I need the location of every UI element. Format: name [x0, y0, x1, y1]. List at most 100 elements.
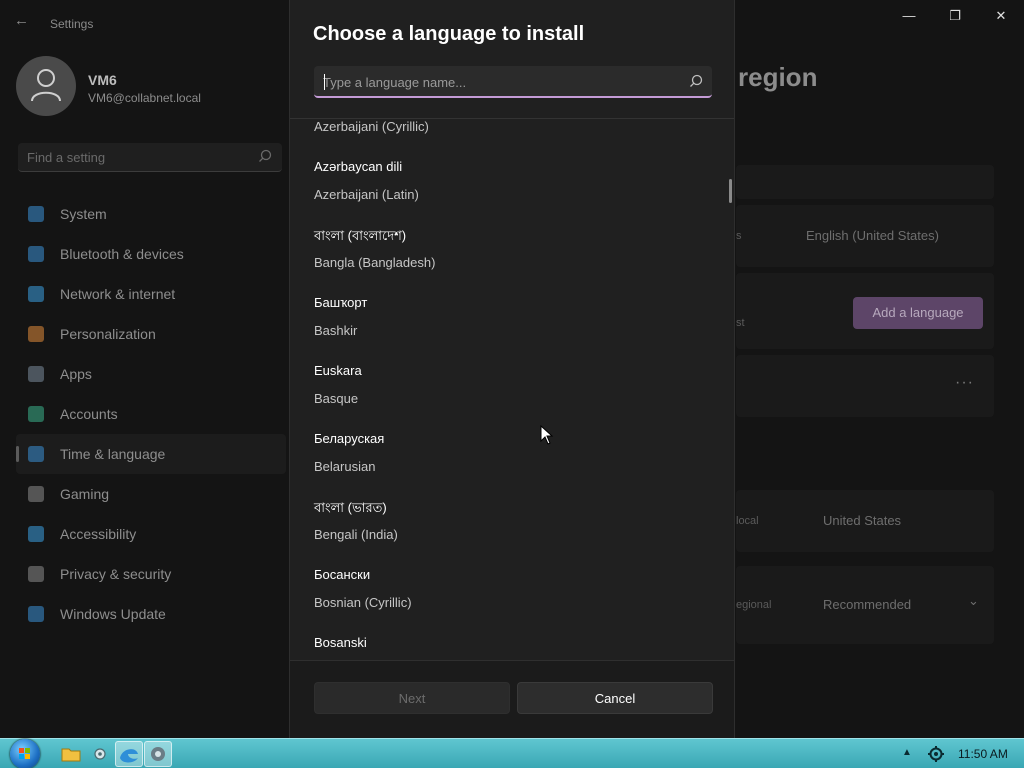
dialog-footer: Next Cancel	[290, 660, 734, 738]
avatar[interactable]	[16, 56, 76, 116]
language-install-dialog: Choose a language to install Azerbaijani…	[289, 0, 735, 738]
language-native-name: বাংলা (বাংলাদেশ)	[314, 228, 407, 243]
language-english-name: Azerbaijani (Cyrillic)	[314, 119, 429, 134]
list-item[interactable]: Euskara Basque	[290, 363, 726, 431]
regional-format-card: egional Recommended ⌄	[736, 566, 994, 644]
list-item[interactable]: Беларуская Belarusian	[290, 431, 726, 499]
language-english-name: Bangla (Bangladesh)	[314, 255, 436, 270]
country-card: local United States	[736, 490, 994, 552]
sidebar-item-gaming[interactable]: Gaming	[16, 474, 286, 514]
accounts-icon	[28, 406, 44, 422]
profile-email: VM6@collabnet.local	[88, 91, 201, 105]
list-item[interactable]: বাংলা (বাংলাদেশ) Bangla (Bangladesh)	[290, 227, 726, 295]
add-language-button[interactable]: Add a language	[853, 297, 983, 329]
brush-icon	[28, 326, 44, 342]
globe-clock-icon	[28, 446, 44, 462]
cancel-button[interactable]: Cancel	[517, 682, 713, 714]
minimize-button[interactable]: —	[893, 8, 925, 28]
sidebar-item-label: Accounts	[60, 406, 118, 422]
language-search-box[interactable]	[314, 66, 712, 98]
sidebar-item-label: Apps	[60, 366, 92, 382]
app-title: Settings	[50, 17, 94, 31]
user-icon	[31, 69, 61, 102]
language-native-name: Башҡорт	[314, 295, 368, 310]
start-button[interactable]	[10, 739, 40, 768]
language-search-input[interactable]	[323, 72, 673, 92]
country-label-fragment: local	[736, 515, 759, 527]
expand-chevron-icon[interactable]: ⌄	[968, 593, 979, 609]
sidebar-item-label: Bluetooth & devices	[60, 246, 184, 262]
back-button[interactable]: ←	[14, 12, 32, 30]
sidebar-item-windows-update[interactable]: Windows Update	[16, 594, 286, 634]
more-options-button[interactable]: ···	[955, 374, 974, 392]
file-explorer-icon	[61, 748, 81, 762]
sidebar-item-bluetooth-devices[interactable]: Bluetooth & devices	[16, 234, 286, 274]
sidebar-item-privacy-security[interactable]: Privacy & security	[16, 554, 286, 594]
sidebar-item-label: Windows Update	[60, 606, 166, 622]
list-item[interactable]: Bosanski	[290, 635, 726, 660]
list-item[interactable]: বাংলা (ভারত) Bengali (India)	[290, 499, 726, 567]
edge-icon	[120, 749, 138, 763]
maximize-button[interactable]: ❐	[939, 8, 971, 28]
list-item[interactable]: Azerbaijani (Cyrillic)	[290, 119, 726, 159]
sidebar-item-label: Network & internet	[60, 286, 176, 302]
next-button[interactable]: Next	[314, 682, 510, 714]
language-native-name: Euskara	[314, 363, 362, 378]
shield-icon	[28, 566, 44, 582]
language-english-name: Basque	[314, 391, 359, 406]
gaming-icon	[28, 486, 44, 502]
display-language-label-fragment: s	[736, 230, 742, 242]
language-native-name: বাংলা (ভারত)	[314, 500, 387, 515]
sidebar-item-label: Accessibility	[60, 526, 137, 542]
update-icon	[28, 606, 44, 622]
language-english-name: Bashkir	[314, 323, 358, 338]
taskbar: ▲ 11:50 AM	[0, 738, 1024, 768]
preferred-languages-label-fragment: st	[736, 317, 745, 329]
close-button[interactable]: ✕	[985, 8, 1017, 28]
regional-format-label-fragment: egional	[736, 599, 772, 611]
sidebar-item-time-language[interactable]: Time & language	[16, 434, 286, 474]
list-item[interactable]: Босански Bosnian (Cyrillic)	[290, 567, 726, 635]
system-icon	[28, 206, 44, 222]
language-english-name: Belarusian	[314, 459, 376, 474]
sidebar-item-network-internet[interactable]: Network & internet	[16, 274, 286, 314]
taskbar-clock[interactable]: 11:50 AM	[958, 747, 1008, 761]
taskbar-network-tool[interactable]	[86, 741, 114, 767]
search-icon	[259, 149, 272, 162]
show-hidden-icons-icon[interactable]: ▲	[902, 747, 912, 758]
page-title: region	[738, 62, 818, 92]
sidebar-item-label: System	[60, 206, 107, 222]
taskbar-settings[interactable]	[144, 741, 172, 767]
profile-name: VM6	[88, 72, 117, 88]
search-icon	[690, 74, 703, 87]
display-language-card: s English (United States)	[736, 205, 994, 267]
gear-icon[interactable]	[927, 745, 945, 763]
country-dropdown[interactable]: United States	[823, 513, 901, 528]
sidebar-item-apps[interactable]: Apps	[16, 354, 286, 394]
language-english-name: Azerbaijani (Latin)	[314, 187, 419, 202]
dialog-title: Choose a language to install	[313, 23, 585, 45]
sidebar-item-accounts[interactable]: Accounts	[16, 394, 286, 434]
taskbar-file-explorer[interactable]	[57, 741, 85, 767]
section-header-card	[736, 165, 994, 199]
find-setting-input[interactable]: Find a setting	[18, 143, 282, 172]
language-native-name: Azərbaycan dili	[314, 159, 403, 174]
sidebar-item-label: Privacy & security	[60, 566, 172, 582]
list-item[interactable]: Azərbaycan dili Azerbaijani (Latin)	[290, 159, 726, 227]
language-native-name: Босански	[314, 567, 371, 582]
list-scrollbar-thumb[interactable]	[729, 179, 732, 203]
sidebar-item-system[interactable]: System	[16, 194, 286, 234]
network-icon	[28, 286, 44, 302]
display-language-dropdown[interactable]: English (United States)	[806, 228, 939, 243]
sidebar-item-accessibility[interactable]: Accessibility	[16, 514, 286, 554]
taskbar-edge[interactable]	[115, 741, 143, 767]
apps-icon	[28, 366, 44, 382]
accessibility-icon	[28, 526, 44, 542]
list-item[interactable]: Башҡорт Bashkir	[290, 295, 726, 363]
regional-format-dropdown[interactable]: Recommended	[823, 597, 911, 612]
language-list[interactable]: Azerbaijani (Cyrillic) Azərbaycan dili Az…	[290, 119, 734, 660]
sidebar-item-label: Time & language	[60, 446, 166, 462]
sidebar-item-personalization[interactable]: Personalization	[16, 314, 286, 354]
sidebar-nav: System Bluetooth & devices Network & inter…	[16, 194, 286, 634]
sidebar-item-label: Gaming	[60, 486, 110, 502]
